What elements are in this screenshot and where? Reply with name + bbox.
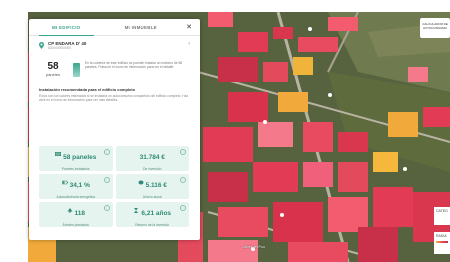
metric-label: Retorno de la inversión: [135, 223, 170, 227]
legend-radiation: RADIA: [434, 232, 450, 254]
close-icon[interactable]: ✕: [178, 19, 200, 35]
metric-label: Árboles plantados: [62, 223, 89, 227]
metric-card-payback[interactable]: i 6,21 años Retorno de la inversión: [115, 202, 189, 227]
panel-summary: 58 paneles En la cubierta de este edific…: [39, 61, 190, 77]
legend-category-title: CATEG: [436, 209, 448, 213]
tab-mi-inmueble[interactable]: MI INMUEBLE: [104, 19, 179, 35]
metric-value: 5.116 €: [145, 182, 167, 189]
metrics-grid: i 58 paneles Paneles instalados i 31.784…: [39, 146, 189, 227]
panel-count: 58: [47, 61, 59, 72]
metric-label: Paneles instalados: [61, 167, 90, 171]
info-icon[interactable]: i: [103, 149, 110, 155]
info-icon[interactable]: i: [103, 177, 110, 183]
summary-description: En la cubierta de este edificio se puede…: [85, 61, 183, 70]
panel-gauge: [73, 63, 80, 77]
metric-card-savings[interactable]: i 5.116 € Ahorro anual: [115, 174, 189, 199]
info-icon[interactable]: i: [180, 149, 186, 155]
metric-value: 6,21 años: [141, 210, 172, 217]
app-logo: CALCULADOR DE AUTOCONSUMO: [420, 18, 450, 38]
metric-label: Ahorro anual: [142, 195, 162, 199]
section-title: Instalación recomendada para el edificio…: [39, 87, 136, 92]
panel-count-label: paneles: [45, 72, 60, 77]
share-icon[interactable]: ‹: [188, 41, 190, 47]
panel-tabs: MI EDIFICIO MI INMUEBLE ✕: [29, 19, 200, 36]
metric-label: Autosuficiencia energética: [56, 195, 96, 199]
metric-card-investment[interactable]: i 31.784 € De inversión: [115, 146, 189, 171]
section-description: Estos son los valores estimados si se in…: [39, 94, 189, 103]
metric-card-self-sufficiency[interactable]: i 34,1 % Autosuficiencia energética: [39, 174, 113, 199]
legend-category: CATEG: [434, 207, 450, 225]
metric-label: De inversión: [143, 167, 162, 171]
battery-icon: [61, 181, 68, 185]
piggy-bank-icon: [138, 180, 144, 185]
hourglass-icon: [134, 208, 139, 214]
metric-card-panels[interactable]: i 58 paneles Paneles instalados: [39, 146, 113, 171]
info-icon[interactable]: i: [180, 177, 186, 183]
metric-card-trees[interactable]: i 118 Árboles plantados: [39, 202, 113, 227]
info-icon[interactable]: i: [103, 205, 110, 211]
info-icon[interactable]: i: [180, 205, 186, 211]
address-cadastral: 6200000000000: [48, 46, 72, 50]
legend-radiation-title: RADIA: [436, 234, 447, 238]
legend-gradient: [436, 241, 448, 243]
metric-value: 34,1 %: [69, 182, 90, 189]
address-row: CP ENDARA D' 40 6200000000000 ‹: [29, 36, 200, 50]
street-label: Carrer del Pou: [242, 245, 265, 249]
metric-value: 58 paneles: [63, 154, 97, 161]
building-info-panel: MI EDIFICIO MI INMUEBLE ✕ CP ENDARA D' 4…: [29, 19, 200, 240]
metric-value: 31.784 €: [139, 154, 165, 161]
location-pin-icon: [39, 42, 44, 49]
tab-mi-edificio[interactable]: MI EDIFICIO: [29, 19, 104, 36]
metric-value: 118: [74, 210, 86, 217]
tree-icon: [67, 208, 72, 214]
solar-panel-icon: [55, 152, 62, 157]
